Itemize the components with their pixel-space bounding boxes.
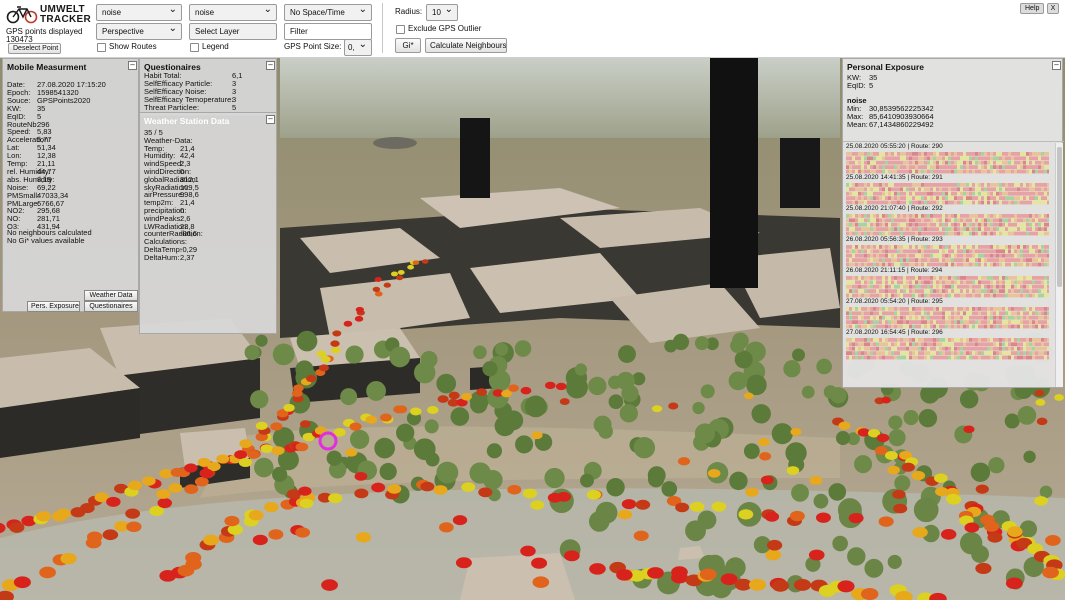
exposure-scroll-thumb[interactable] bbox=[1057, 147, 1062, 287]
legend-checkbox[interactable] bbox=[190, 43, 199, 52]
weather-key: DeltaHum: bbox=[144, 252, 180, 262]
personal-exposure-title: Personal Exposure bbox=[847, 62, 925, 72]
weather-station-title: Weather Station Data bbox=[144, 116, 230, 126]
exposure-eqid: EqID: 5 bbox=[847, 81, 873, 90]
close-button[interactable]: X bbox=[1047, 3, 1059, 14]
questionaire-key: Threat Particlee: bbox=[144, 103, 200, 112]
radius-label: Radius: bbox=[395, 7, 423, 16]
eqid-value: 5 bbox=[869, 81, 874, 90]
gps-point-size-select[interactable]: 0, bbox=[344, 39, 372, 56]
questionaire-row: Threat Particlee: 5 bbox=[144, 103, 236, 112]
minimize-exposure-button[interactable]: – bbox=[1052, 61, 1061, 70]
dataset2-select[interactable]: noise bbox=[189, 4, 277, 21]
eqid-label: EqID: bbox=[847, 81, 866, 90]
space-time-select[interactable]: No Space/Time bbox=[284, 4, 372, 21]
deselect-point-button[interactable]: Deselect Point bbox=[8, 43, 61, 54]
personal-exposure-panel: Personal Exposure – KW: 35 EqID: 5 noise M… bbox=[842, 58, 1064, 388]
route-label: 26.08.2020 21:11:15 | Route: 294 bbox=[846, 267, 943, 274]
route-label: 27.08.2020 16:54:45 | Route: 296 bbox=[846, 329, 943, 336]
mean-label: Mean: bbox=[847, 120, 868, 129]
gps-point-size-label: GPS Point Size: bbox=[284, 42, 342, 51]
route-exposure-strip[interactable] bbox=[846, 338, 1049, 362]
exposure-route-list[interactable]: 25.08.2020 05:55:20 | Route: 290 25.08.20… bbox=[843, 143, 1055, 387]
toolbar-divider bbox=[382, 3, 383, 53]
help-button[interactable]: Help bbox=[1020, 3, 1044, 14]
questionaire-value: 5 bbox=[232, 103, 237, 112]
select-layer-button[interactable]: Select Layer bbox=[189, 23, 277, 40]
app-window: UMWELT TRACKER GPS points displayed 1304… bbox=[0, 0, 1065, 600]
route-label: 27.08.2020 05:54:20 | Route: 295 bbox=[846, 298, 943, 305]
dataset-select[interactable]: noise bbox=[96, 4, 182, 21]
mobile-measurement-title: Mobile Measurment bbox=[7, 62, 87, 72]
minimize-weather-button[interactable]: – bbox=[266, 115, 275, 124]
exposure-mean: Mean: 67,1434860229492 bbox=[847, 120, 934, 129]
show-routes-label: Show Routes bbox=[109, 42, 157, 51]
route-label: 25.08.2020 05:55:20 | Route: 290 bbox=[846, 143, 943, 150]
filter-input[interactable]: Filter bbox=[284, 23, 372, 40]
mean-value: 67,1434860229492 bbox=[869, 120, 934, 129]
camera-mode-select[interactable]: Perspective bbox=[96, 23, 182, 40]
route-exposure-strip[interactable] bbox=[846, 276, 1049, 300]
route-label: 26.08.2020 05:56:35 | Route: 293 bbox=[846, 236, 943, 243]
gi-note: No Gi* values available bbox=[7, 236, 85, 245]
bicycle-icon bbox=[6, 6, 38, 24]
weather-station-panel: Weather Station Data – 35 / 5 Weather-Dat… bbox=[139, 112, 277, 334]
pers-exposure-button[interactable]: Pers. Exposure bbox=[27, 301, 80, 312]
calculate-neighbours-button[interactable]: Calculate Neighbours bbox=[425, 38, 507, 53]
mobile-measurement-panel: Mobile Measurment – Date: 27.08.2020 17:1… bbox=[2, 58, 139, 312]
route-exposure-strip[interactable] bbox=[846, 183, 1049, 207]
minimize-questionaires-button[interactable]: – bbox=[266, 61, 275, 70]
exposure-scrollbar[interactable] bbox=[1055, 143, 1063, 387]
exclude-outlier-checkbox[interactable] bbox=[396, 25, 405, 34]
weather-value: 2,37 bbox=[180, 252, 195, 262]
legend-label: Legend bbox=[202, 42, 229, 51]
exposure-divider bbox=[843, 141, 1064, 142]
show-routes-checkbox[interactable] bbox=[97, 43, 106, 52]
route-label: 25.08.2020 14:41:35 | Route: 291 bbox=[846, 174, 943, 181]
route-exposure-strip[interactable] bbox=[846, 245, 1049, 269]
logo-line-2: TRACKER bbox=[40, 14, 91, 25]
route-exposure-strip[interactable] bbox=[846, 307, 1049, 331]
radius-select[interactable]: 10 bbox=[426, 4, 458, 21]
umwelt-tracker-logo: UMWELT TRACKER bbox=[6, 4, 94, 26]
gi-star-button[interactable]: Gi* bbox=[395, 38, 421, 53]
route-exposure-strip[interactable] bbox=[846, 214, 1049, 238]
questionaires-panel: Questionaires – Habit Total: 6,1 SelfEffic… bbox=[139, 58, 277, 116]
weather-data-button[interactable]: Weather Data bbox=[84, 290, 138, 301]
questionaires-button[interactable]: Questionaires bbox=[84, 301, 138, 312]
route-exposure-strip[interactable] bbox=[846, 152, 1049, 176]
toolbar: UMWELT TRACKER GPS points displayed 1304… bbox=[0, 0, 1065, 58]
exclude-outlier-label: Exclude GPS Outlier bbox=[408, 24, 482, 33]
minimize-mobile-button[interactable]: – bbox=[128, 61, 137, 70]
weather-row: DeltaHum: 2,37 bbox=[144, 252, 195, 262]
route-label: 25.08.2020 21:07:40 | Route: 292 bbox=[846, 205, 943, 212]
